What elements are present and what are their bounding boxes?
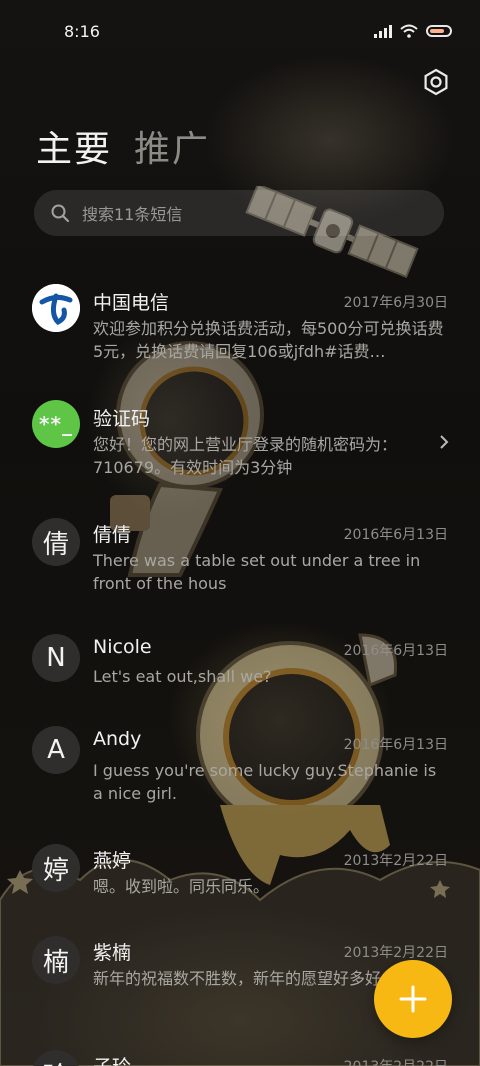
plus-icon xyxy=(399,985,427,1013)
avatar: 倩 xyxy=(32,518,80,566)
conversation-preview: I guess you're some lucky guy.Stephanie … xyxy=(93,761,437,803)
status-bar: 8:16 xyxy=(0,0,480,60)
chevron-right-icon xyxy=(440,435,449,449)
conversation-date: 2017年6月30日 xyxy=(343,295,448,311)
conversation-row[interactable]: A Andy 2016年6月13日 I guess you're some lu… xyxy=(0,724,480,814)
conversation-date: 2013年2月22日 xyxy=(343,853,448,869)
conversation-preview: 嗯。收到啦。同乐同乐。 xyxy=(93,877,270,896)
avatar: N xyxy=(32,634,80,682)
tab-promotions[interactable]: 推广 xyxy=(134,120,210,172)
conversation-row[interactable]: 婷 燕婷 2013年2月22日 嗯。收到啦。同乐同乐。 xyxy=(0,842,480,912)
tab-primary[interactable]: 主要 xyxy=(36,120,112,172)
avatar: 玲 xyxy=(32,1050,80,1066)
status-time: 8:16 xyxy=(64,22,100,41)
avatar: 婷 xyxy=(32,844,80,892)
conversation-date: 2016年6月13日 xyxy=(343,527,448,543)
conversation-date: 2013年2月22日 xyxy=(344,1056,448,1066)
conversation-name: 中国电信 xyxy=(93,292,170,314)
conversation-name: 紫楠 xyxy=(93,942,132,964)
battery-icon xyxy=(426,25,452,37)
settings-icon[interactable] xyxy=(420,66,452,98)
conversation-name: Andy xyxy=(93,728,142,750)
conversation-row[interactable]: **_ 验证码 您好！您的网上营业厅登录的随机密码为：710679。有效时间为3… xyxy=(0,398,480,488)
conversation-date: 2016年6月13日 xyxy=(343,643,448,659)
conversation-preview: There was a table set out under a tree i… xyxy=(93,551,421,593)
conversation-date: 2013年2月22日 xyxy=(343,945,448,961)
search-bar[interactable]: 搜索11条短信 xyxy=(34,190,444,236)
search-input[interactable]: 搜索11条短信 xyxy=(82,201,182,225)
category-tabs: 主要 推广 xyxy=(36,120,210,172)
conversation-row[interactable]: 中国电信 2017年6月30日 欢迎参加积分兑换话费活动，每500分可兑换话费5… xyxy=(0,280,480,370)
wifi-icon xyxy=(400,24,418,38)
telecom-logo-icon xyxy=(32,284,80,332)
status-icons xyxy=(374,24,452,38)
conversation-preview: 欢迎参加积分兑换话费活动，每500分可兑换话费5元，兑换话费请回复106或jfd… xyxy=(93,319,444,361)
conversation-name: 倩倩 xyxy=(93,524,132,546)
conversation-name: 验证码 xyxy=(93,408,151,430)
signal-icon xyxy=(374,24,392,38)
conversation-row[interactable]: 倩 倩倩 2016年6月13日 There was a table set ou… xyxy=(0,514,480,604)
avatar: **_ xyxy=(32,400,80,448)
conversation-name: 子玲 xyxy=(93,1052,131,1066)
search-icon xyxy=(51,204,70,223)
avatar: A xyxy=(32,726,80,774)
avatar: 楠 xyxy=(32,936,80,984)
conversation-row[interactable]: 玲 子玲 2013年2月22日 xyxy=(0,1048,480,1066)
conversation-name: Nicole xyxy=(93,636,152,658)
conversation-preview: 您好！您的网上营业厅登录的随机密码为：710679。有效时间为3分钟 xyxy=(93,435,398,477)
conversation-date: 2016年6月13日 xyxy=(343,737,448,753)
new-message-button[interactable] xyxy=(374,960,452,1038)
conversation-name: 燕婷 xyxy=(93,850,132,872)
conversation-preview: Let's eat out,shall we? xyxy=(93,667,272,686)
conversation-preview: 新年的祝福数不胜数，新年的愿望好多好多，新年的问候依旧美好，在这个温馨的 xyxy=(93,969,383,988)
conversation-row[interactable]: N Nicole 2016年6月13日 Let's eat out,shall … xyxy=(0,630,480,700)
